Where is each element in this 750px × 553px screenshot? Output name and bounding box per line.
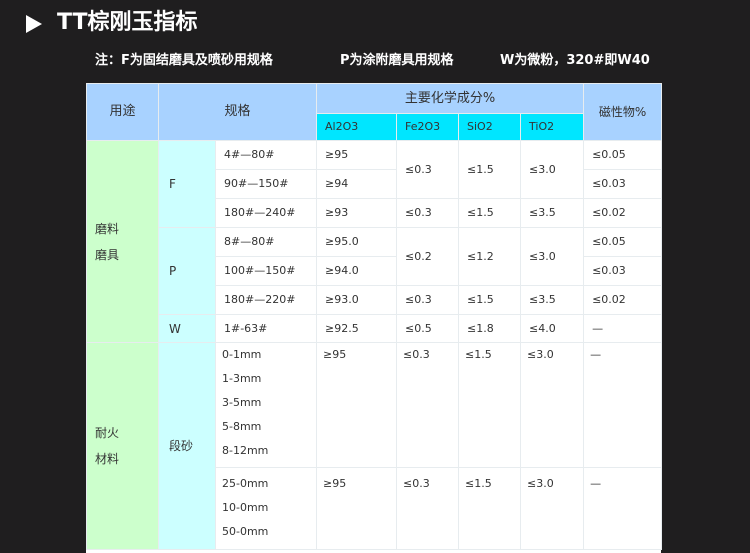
tio2-cell: ≤3.0 bbox=[520, 140, 585, 199]
header-chem: 主要化学成分% bbox=[316, 83, 585, 114]
al2o3-cell: ≥92.5 bbox=[316, 314, 398, 343]
fe2o3-cell: ≤0.2 bbox=[396, 227, 460, 286]
tio2-cell: ≤3.0 bbox=[520, 227, 585, 286]
usage-abrasive: 磨料 磨具 bbox=[86, 140, 159, 343]
magnetic-cell: — bbox=[583, 467, 663, 550]
spec-line: 5-8mm bbox=[222, 420, 262, 433]
usage-refractory-line2: 材料 bbox=[95, 452, 120, 466]
value-line: — bbox=[590, 348, 602, 361]
header-tio2: TiO2 bbox=[520, 113, 585, 141]
al2o3-cell: ≥93 bbox=[316, 198, 398, 228]
title-bar: TT棕刚玉指标 bbox=[0, 0, 750, 48]
group-p: P bbox=[158, 227, 216, 315]
sio2-cell: ≤1.8 bbox=[458, 314, 522, 343]
spec-line: 1-3mm bbox=[222, 372, 262, 385]
usage-refractory: 耐火 材料 bbox=[86, 342, 159, 550]
header-spec: 规格 bbox=[157, 83, 318, 141]
spec-cell-multi: 25-0mm 10-0mm 50-0mm bbox=[214, 467, 318, 550]
tio2-cell: ≤3.0 bbox=[520, 467, 585, 550]
magnetic-cell: — bbox=[583, 342, 663, 468]
spec-cell: 4#—80# bbox=[214, 140, 318, 170]
value-line: — bbox=[590, 477, 602, 490]
fe2o3-cell: ≤0.3 bbox=[396, 140, 460, 199]
spec-cell: 8#—80# bbox=[214, 227, 318, 257]
sio2-cell: ≤1.5 bbox=[458, 342, 522, 468]
sio2-cell: ≤1.5 bbox=[458, 467, 522, 550]
spec-line: 0-1mm bbox=[222, 348, 262, 361]
al2o3-cell: ≥94.0 bbox=[316, 256, 398, 286]
header-al2o3: Al2O3 bbox=[316, 113, 398, 141]
fe2o3-cell: ≤0.3 bbox=[396, 467, 460, 550]
al2o3-cell: ≥93.0 bbox=[316, 285, 398, 315]
spec-line: 8-12mm bbox=[222, 444, 269, 457]
fe2o3-cell: ≤0.3 bbox=[396, 342, 460, 468]
value-line: ≤3.0 bbox=[527, 348, 554, 361]
spec-line: 10-0mm bbox=[222, 501, 269, 514]
al2o3-cell: ≥95 bbox=[316, 342, 398, 468]
group-w: W bbox=[158, 314, 216, 343]
value-line: ≥95 bbox=[323, 348, 347, 361]
header-sio2: SiO2 bbox=[458, 113, 522, 141]
value-line: ≤0.3 bbox=[403, 348, 430, 361]
spec-line: 3-5mm bbox=[222, 396, 262, 409]
al2o3-cell: ≥95 bbox=[316, 140, 398, 170]
tio2-cell: ≤4.0 bbox=[520, 314, 585, 343]
al2o3-cell: ≥95.0 bbox=[316, 227, 398, 257]
note-p: P为涂附磨具用规格 bbox=[340, 53, 454, 68]
tio2-cell: ≤3.5 bbox=[520, 198, 585, 228]
spec-cell: 180#—220# bbox=[214, 285, 318, 315]
note-f: 注：F为固结磨具及喷砂用规格 bbox=[95, 53, 273, 68]
tio2-cell: ≤3.5 bbox=[520, 285, 585, 315]
magnetic-cell: ≤0.03 bbox=[583, 256, 663, 286]
page-title: TT棕刚玉指标 bbox=[57, 10, 198, 35]
tio2-cell: ≤3.0 bbox=[520, 342, 585, 468]
value-line: ≤3.0 bbox=[527, 477, 554, 490]
value-line: ≤0.3 bbox=[403, 477, 430, 490]
spec-line: 25-0mm bbox=[222, 477, 269, 490]
sio2-cell: ≤1.2 bbox=[458, 227, 522, 286]
usage-abrasive-line1: 磨料 bbox=[95, 221, 120, 236]
magnetic-cell: ≤0.05 bbox=[583, 140, 663, 170]
spec-cell: 180#—240# bbox=[214, 198, 318, 228]
header-fe2o3: Fe2O3 bbox=[396, 113, 460, 141]
group-duansha: 段砂 bbox=[158, 342, 216, 550]
spec-table: 用途 规格 主要化学成分% 磁性物% Al2O3 Fe2O3 SiO2 TiO2… bbox=[86, 83, 663, 553]
spec-cell: 90#—150# bbox=[214, 169, 318, 199]
magnetic-cell: — bbox=[583, 314, 663, 343]
group-f: F bbox=[158, 140, 216, 228]
value-line: ≤1.5 bbox=[465, 348, 492, 361]
spec-cell: 100#—150# bbox=[214, 256, 318, 286]
arrow-right-icon bbox=[26, 15, 42, 33]
fe2o3-cell: ≤0.5 bbox=[396, 314, 460, 343]
usage-abrasive-line2: 磨具 bbox=[95, 247, 120, 262]
value-line: ≤1.5 bbox=[465, 477, 492, 490]
magnetic-cell: ≤0.05 bbox=[583, 227, 663, 257]
value-line: ≥95 bbox=[323, 477, 347, 490]
fe2o3-cell: ≤0.3 bbox=[396, 198, 460, 228]
note-w: W为微粉，320#即W40 bbox=[500, 53, 650, 68]
magnetic-cell: ≤0.03 bbox=[583, 169, 663, 199]
fe2o3-cell: ≤0.3 bbox=[396, 285, 460, 315]
al2o3-cell: ≥95 bbox=[316, 467, 398, 550]
spec-line: 50-0mm bbox=[222, 525, 269, 538]
sio2-cell: ≤1.5 bbox=[458, 285, 522, 315]
sio2-cell: ≤1.5 bbox=[458, 140, 522, 199]
al2o3-cell: ≥94 bbox=[316, 169, 398, 199]
magnetic-cell: ≤0.02 bbox=[583, 198, 663, 228]
spec-cell-multi: 0-1mm 1-3mm 3-5mm 5-8mm 8-12mm bbox=[214, 342, 318, 468]
magnetic-cell: ≤0.02 bbox=[583, 285, 663, 315]
header-usage: 用途 bbox=[86, 83, 159, 141]
header-magnetic: 磁性物% bbox=[583, 83, 663, 141]
usage-refractory-line1: 耐火 bbox=[95, 426, 120, 440]
sio2-cell: ≤1.5 bbox=[458, 198, 522, 228]
spec-cell: 1#-63# bbox=[214, 314, 318, 343]
